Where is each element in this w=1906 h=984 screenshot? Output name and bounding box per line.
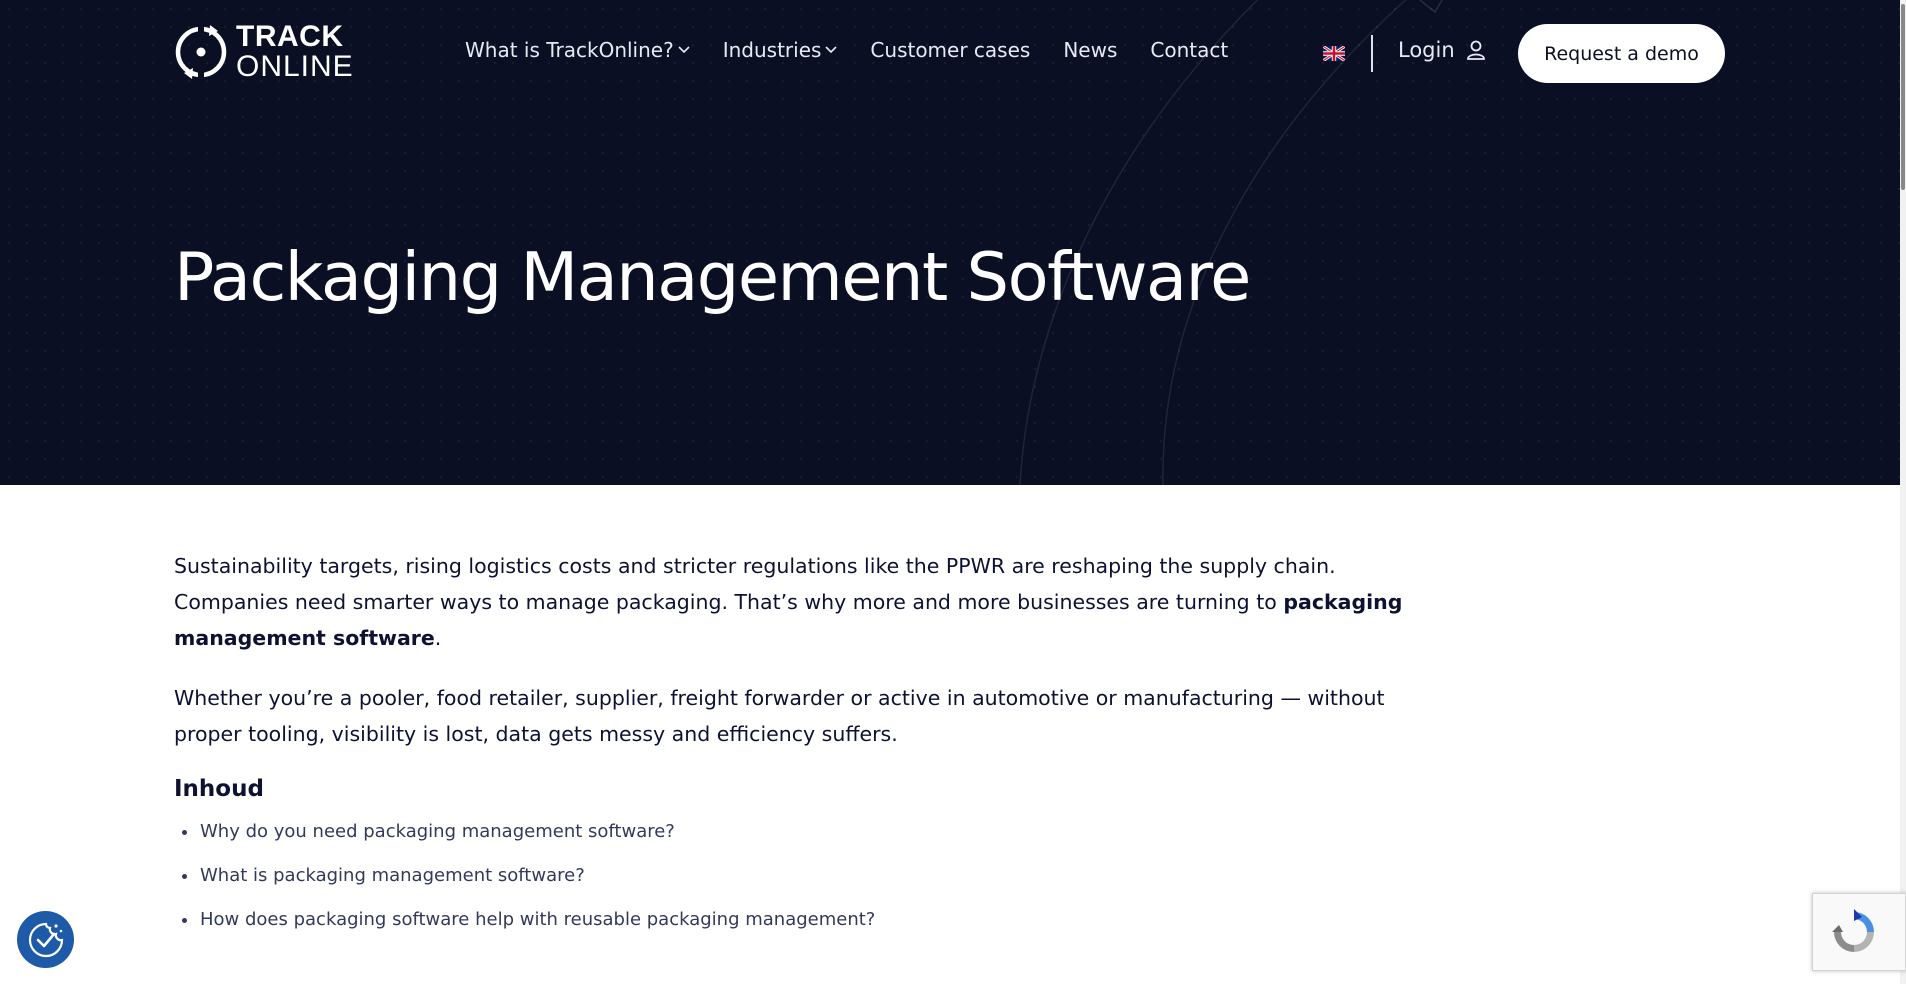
chevron-down-icon — [825, 46, 837, 54]
hero-section: TRACK ONLINE What is TrackOnline? Indust… — [0, 0, 1900, 485]
intro-end: . — [434, 626, 442, 650]
uk-flag-icon[interactable] — [1323, 46, 1345, 61]
logo-text-online: ONLINE — [236, 50, 354, 83]
nav-item-label: Contact — [1150, 38, 1229, 62]
toc-heading: Inhoud — [174, 776, 264, 802]
nav-item-industries[interactable]: Industries — [723, 38, 838, 62]
recaptcha-badge[interactable] — [1812, 893, 1906, 971]
scrollbar-thumb[interactable] — [1901, 4, 1905, 190]
login-label: Login — [1398, 38, 1455, 62]
nav-item-label: Industries — [722, 38, 822, 62]
nav-item-news[interactable]: News — [1063, 38, 1117, 62]
page-title: Packaging Management Software — [174, 238, 1251, 316]
request-demo-button[interactable]: Request a demo — [1518, 24, 1725, 83]
intro-text: Sustainability targets, rising logistics… — [174, 554, 1336, 614]
toc-link[interactable]: How does packaging software help with re… — [182, 904, 934, 936]
logo-text-track: TRACK — [236, 20, 344, 53]
cookie-consent-icon — [28, 922, 63, 957]
user-icon — [1466, 40, 1485, 60]
nav-item-label: Customer cases — [870, 38, 1031, 62]
table-of-contents: Why do you need packaging management sof… — [174, 816, 934, 936]
login-link[interactable]: Login — [1398, 38, 1487, 62]
main-navigation: What is TrackOnline? Industries Customer… — [465, 38, 1228, 62]
chevron-down-icon — [678, 46, 690, 54]
logo-mark-icon — [175, 25, 227, 79]
nav-item-label: What is TrackOnline? — [465, 38, 674, 62]
recaptcha-icon — [1832, 909, 1874, 952]
cookie-settings-button[interactable] — [17, 911, 74, 968]
logo-wordmark: TRACK ONLINE — [236, 22, 354, 82]
trackonline-logo[interactable]: TRACK ONLINE — [174, 22, 354, 82]
nav-item-contact[interactable]: Contact — [1150, 38, 1228, 62]
toc-link[interactable]: What is packaging management software? — [182, 860, 934, 892]
toc-link[interactable]: Why do you need packaging management sof… — [182, 816, 934, 848]
nav-item-what-is-trackonline[interactable]: What is TrackOnline? — [465, 38, 690, 62]
intro-paragraph: Sustainability targets, rising logistics… — [174, 548, 1424, 656]
second-paragraph: Whether you’re a pooler, food retailer, … — [174, 686, 1385, 746]
nav-item-customer-cases[interactable]: Customer cases — [870, 38, 1030, 62]
nav-item-label: News — [1063, 38, 1118, 62]
header-divider — [1371, 35, 1373, 72]
article-content: Sustainability targets, rising logistics… — [174, 548, 1424, 948]
